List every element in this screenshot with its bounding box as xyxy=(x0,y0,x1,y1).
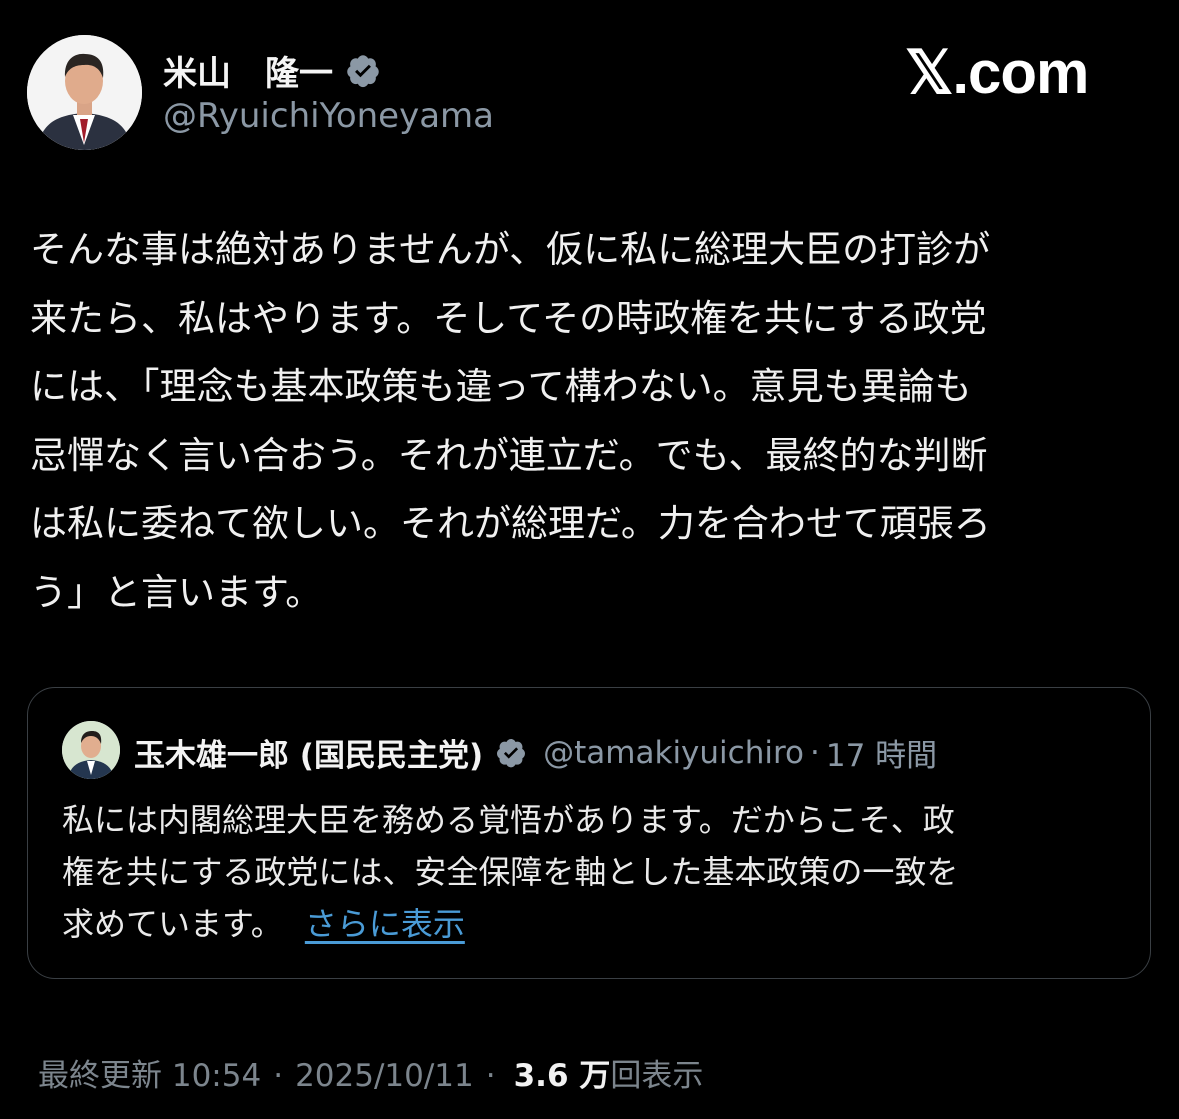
views-count[interactable]: 3.6 万 xyxy=(514,1050,611,1095)
quote-timestamp[interactable]: 17 時間 xyxy=(826,730,937,775)
meta-separator: · xyxy=(273,1058,284,1094)
tweet-meta: 最終更新 10:54 · 2025/10/11 · 3.6 万 回表示 xyxy=(38,1050,703,1095)
tweet-screenshot: 米山 隆一 @RyuichiYoneyama 𝕏.com そんな事は絶対ありませ… xyxy=(0,0,1179,1119)
x-logo: 𝕏.com xyxy=(905,39,1089,106)
quote-header: 玉木雄一郎 (国民民主党) @tamakiyuichiro · 17 時間 xyxy=(134,730,937,775)
quote-body-text: 私には内閣総理大臣を務める覚悟があります。だからこそ、政 権を共にする政党には、… xyxy=(62,801,959,943)
updated-time[interactable]: 最終更新 10:54 xyxy=(38,1050,261,1095)
quote-verified-badge-icon xyxy=(497,738,526,767)
portrait-image xyxy=(27,35,142,150)
quote-author-name[interactable]: 玉木雄一郎 (国民民主党) xyxy=(134,730,483,775)
verified-badge-icon xyxy=(347,54,379,87)
tweet-body-text: そんな事は絶対ありませんが、仮に私に総理大臣の打診が 来たら、私はやります。そし… xyxy=(30,228,991,614)
author-display-name[interactable]: 米山 隆一 xyxy=(163,46,381,95)
views-label: 回表示 xyxy=(610,1058,704,1094)
quote-portrait-image xyxy=(62,721,120,779)
quote-author-avatar[interactable] xyxy=(62,721,120,779)
author-name-text: 米山 隆一 xyxy=(163,54,333,94)
meta-separator: · xyxy=(485,1058,496,1094)
author-handle[interactable]: @RyuichiYoneyama xyxy=(163,96,494,136)
show-more-link[interactable]: さらに表示 xyxy=(305,905,465,943)
post-date[interactable]: 2025/10/11 xyxy=(295,1058,474,1094)
quote-author-handle[interactable]: @tamakiyuichiro xyxy=(543,735,804,771)
quote-body: 私には内閣総理大臣を務める覚悟があります。だからこそ、政 権を共にする政党には、… xyxy=(62,794,1122,950)
author-avatar[interactable] xyxy=(27,35,142,150)
quote-tweet-card[interactable]: 玉木雄一郎 (国民民主党) @tamakiyuichiro · 17 時間 私に… xyxy=(27,687,1151,979)
quote-separator-dot: · xyxy=(810,734,820,771)
